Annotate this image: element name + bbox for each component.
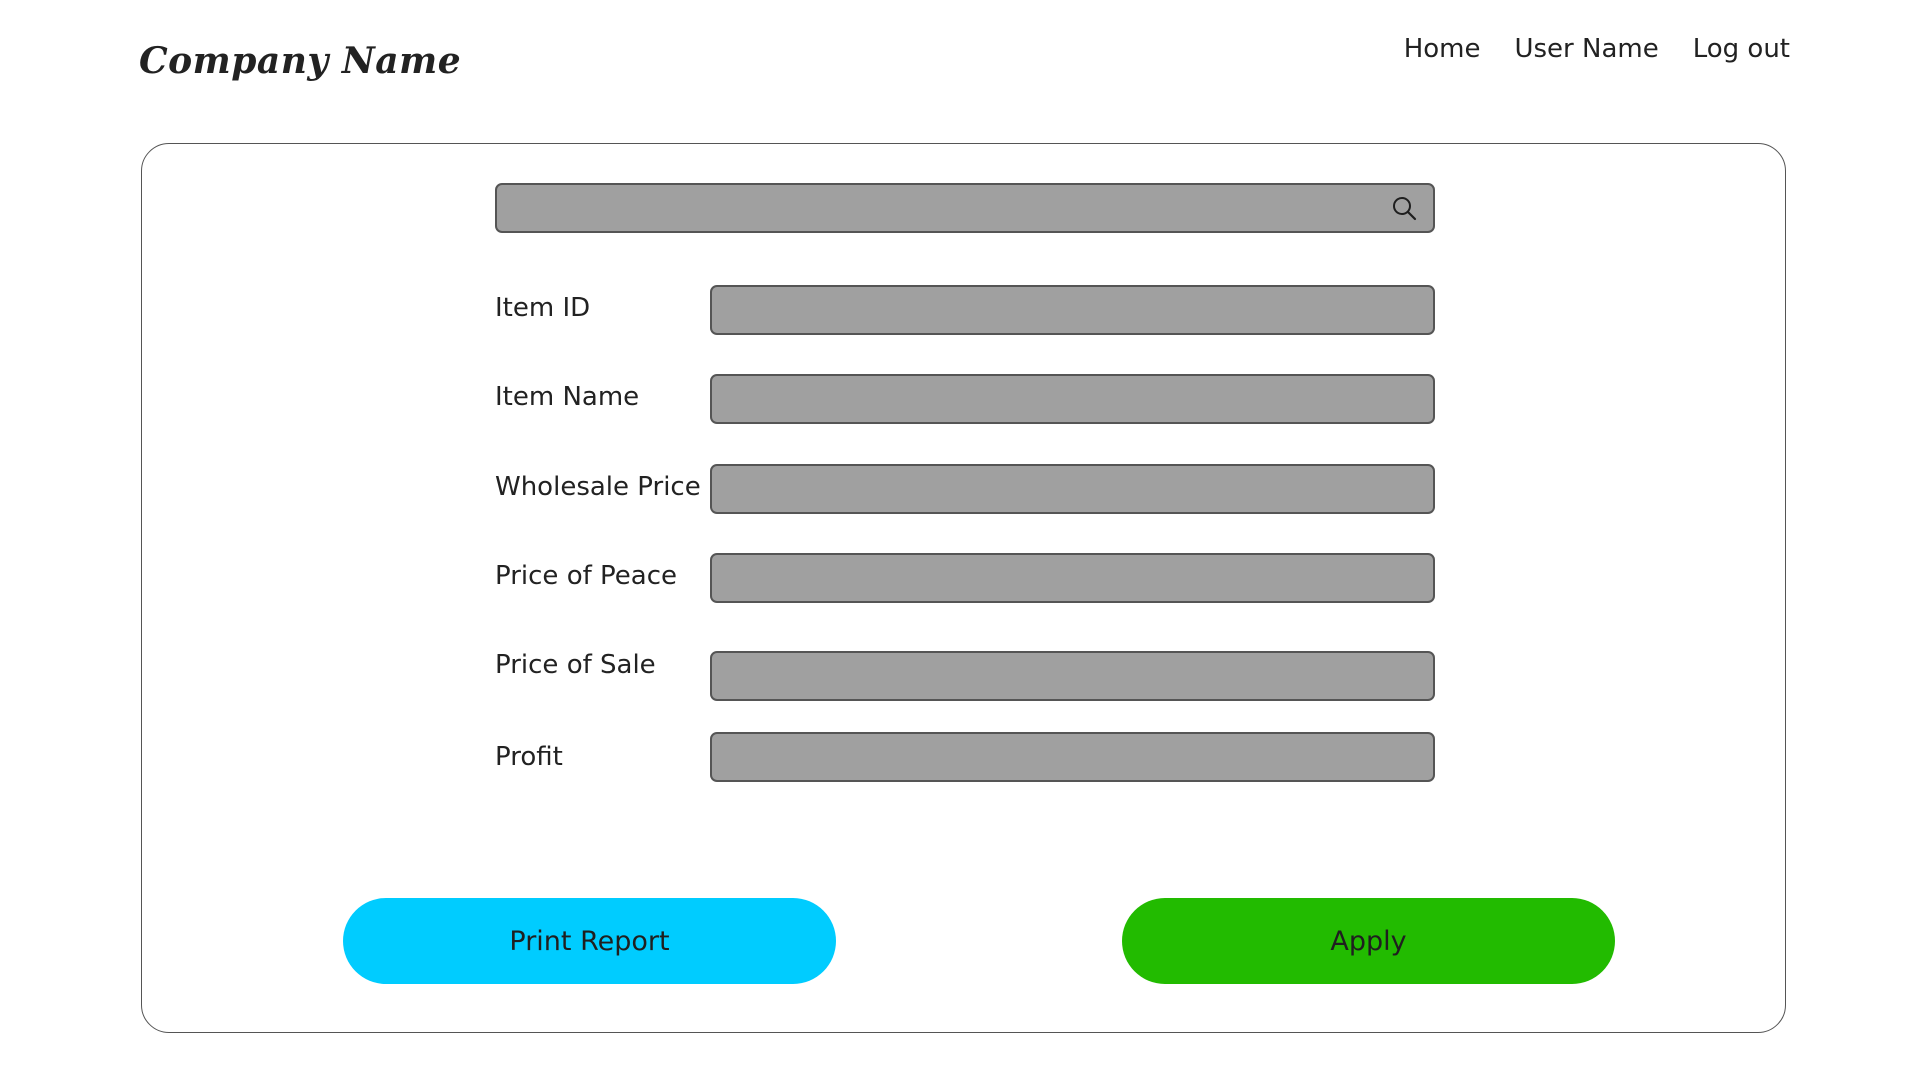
app-page: Company Name Home User Name Log out Item… <box>0 0 1920 1080</box>
search-input[interactable] <box>497 185 1377 231</box>
top-nav: Home User Name Log out <box>1404 34 1790 64</box>
field-row-item-id: Item ID <box>495 285 1435 335</box>
wholesale-price-input[interactable] <box>710 464 1435 514</box>
price-of-peace-label: Price of Peace <box>495 561 677 591</box>
item-form-panel: Item ID Item Name Wholesale Price Price … <box>141 143 1786 1033</box>
apply-button[interactable]: Apply <box>1122 898 1615 984</box>
company-logo-text: Company Name <box>139 40 462 82</box>
price-of-sale-label: Price of Sale <box>495 650 656 680</box>
profit-label: Profit <box>495 742 563 772</box>
nav-home-link[interactable]: Home <box>1404 34 1481 64</box>
item-id-label: Item ID <box>495 293 591 323</box>
field-row-item-name: Item Name <box>495 374 1435 424</box>
search-icon[interactable] <box>1391 195 1417 221</box>
field-row-wholesale-price: Wholesale Price <box>495 464 1435 514</box>
item-id-input[interactable] <box>710 285 1435 335</box>
field-row-profit: Profit <box>495 732 1435 782</box>
item-name-input[interactable] <box>710 374 1435 424</box>
nav-logout-link[interactable]: Log out <box>1693 34 1790 64</box>
profit-input[interactable] <box>710 732 1435 782</box>
price-of-peace-input[interactable] <box>710 553 1435 603</box>
field-row-price-of-sale: Price of Sale <box>495 650 1435 701</box>
nav-user-name-link[interactable]: User Name <box>1514 34 1658 64</box>
search-bar <box>495 183 1435 233</box>
print-report-button[interactable]: Print Report <box>343 898 836 984</box>
item-name-label: Item Name <box>495 382 640 412</box>
field-row-price-of-peace: Price of Peace <box>495 553 1435 603</box>
wholesale-price-label: Wholesale Price <box>495 472 701 502</box>
price-of-sale-input[interactable] <box>710 651 1435 701</box>
